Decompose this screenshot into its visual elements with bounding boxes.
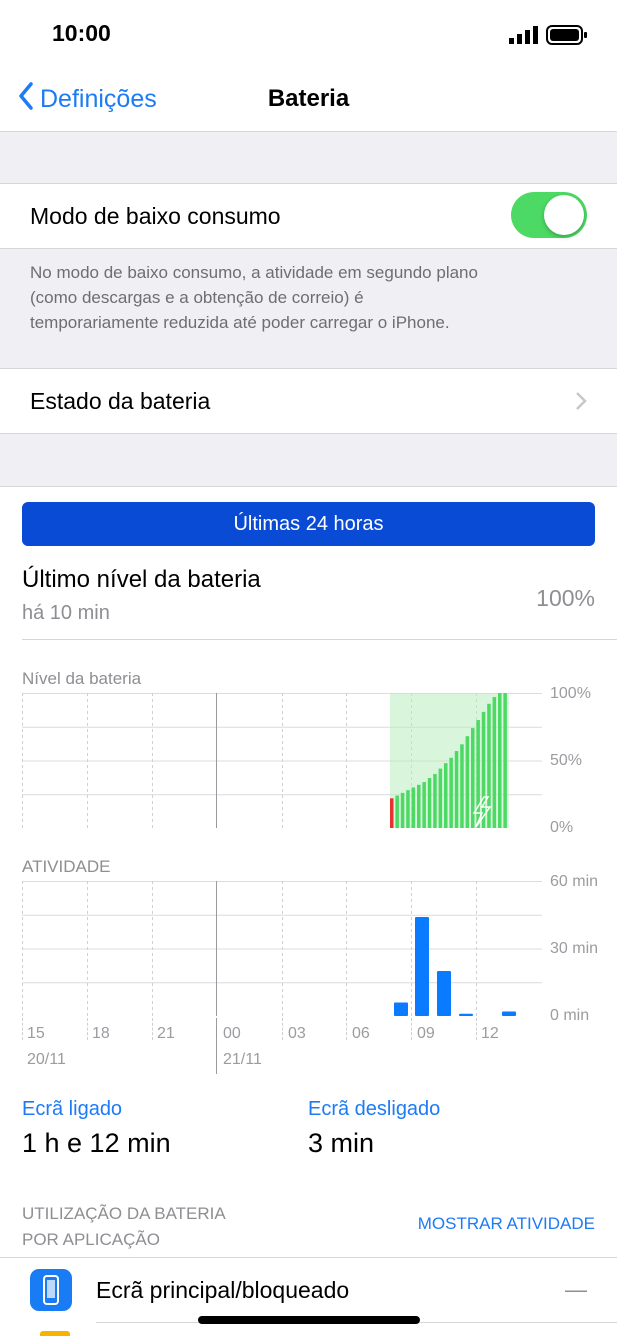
battery-bar: [454, 751, 459, 828]
page-title: Bateria: [267, 85, 350, 112]
last-level-value: 100%: [536, 585, 595, 611]
low-power-toggle[interactable]: [511, 192, 587, 238]
battery-bar: [449, 757, 453, 828]
activity-chart: [22, 881, 542, 1017]
battery-bar: [465, 736, 470, 828]
status-time: 10:00: [52, 20, 111, 46]
screen-on-value: 1 h e 12 min: [22, 1128, 171, 1158]
x-tick: 09: [417, 1025, 435, 1042]
date-label: 20/11: [27, 1051, 66, 1068]
low-power-label: Modo de baixo consumo: [30, 203, 281, 229]
battery-bar: [433, 774, 437, 828]
battery-chart-title: Nível da bateria: [22, 669, 142, 688]
battery-bar: [492, 697, 497, 828]
segment-last-24h[interactable]: Últimas 24 horas: [22, 502, 595, 546]
battery-chart-svg: [22, 693, 542, 829]
x-tick: 12: [481, 1025, 499, 1042]
battery-bar: [444, 763, 448, 828]
battery-icon: [546, 25, 588, 50]
activity-bar: [502, 1011, 516, 1016]
signal-icon: [509, 26, 539, 49]
activity-y-tick-0: 0 min: [550, 1007, 590, 1024]
battery-bar: [422, 782, 426, 828]
next-app-icon: [40, 1331, 70, 1336]
battery-bar: [438, 768, 443, 828]
battery-health-label: Estado da bateria: [30, 388, 211, 414]
notch: [158, 0, 460, 44]
home-indicator[interactable]: [198, 1316, 420, 1324]
battery-bar: [390, 798, 394, 828]
battery-bar: [417, 784, 421, 828]
screen-on-label: Ecrã ligado: [22, 1098, 123, 1120]
activity-bar: [415, 917, 429, 1016]
x-tick: 21: [157, 1025, 175, 1042]
battery-bar: [503, 693, 507, 828]
x-tick: 15: [27, 1025, 45, 1042]
battery-y-tick-0: 0%: [550, 819, 574, 836]
battery-level-chart: [22, 693, 542, 829]
screen-off-label: Ecrã desligado: [308, 1098, 441, 1120]
x-tick: 00: [223, 1025, 241, 1042]
battery-bar: [460, 744, 464, 828]
last-level-subtitle: há 10 min: [22, 602, 110, 624]
activity-chart-svg: [22, 881, 542, 1017]
activity-y-tick-30: 30 min: [550, 940, 599, 957]
x-tick: 06: [352, 1025, 370, 1042]
date-label: 21/11: [223, 1051, 262, 1068]
activity-bar: [459, 1013, 473, 1016]
x-tick: 03: [288, 1025, 306, 1042]
battery-bar: [406, 790, 410, 828]
home-screen-icon: [30, 1269, 72, 1311]
usage-header: UTILIZAÇÃO DA BATERIA POR APLICAÇÃO: [22, 1204, 226, 1249]
battery-y-tick-50: 50%: [550, 752, 583, 769]
screen-off-value: 3 min: [308, 1128, 375, 1158]
low-power-footnote: No modo de baixo consumo, a atividade em…: [30, 263, 478, 332]
battery-bar: [400, 792, 405, 828]
activity-y-tick-60: 60 min: [550, 873, 599, 890]
app-name: Ecrã principal/bloqueado: [96, 1277, 350, 1303]
battery-bar: [481, 711, 486, 828]
activity-chart-title: ATIVIDADE: [22, 857, 111, 876]
battery-bar: [498, 693, 502, 828]
battery-bar: [427, 778, 432, 828]
app-value: —: [565, 1277, 587, 1302]
activity-bar: [394, 1002, 408, 1016]
x-tick: 18: [92, 1025, 110, 1042]
battery-bar: [395, 795, 399, 828]
chevron-right-icon: [575, 391, 587, 416]
battery-bar: [476, 720, 480, 828]
show-activity-button[interactable]: MOSTRAR ATIVIDADE: [418, 1214, 595, 1234]
battery-y-tick-100: 100%: [550, 685, 591, 702]
last-level-title: Último nível da bateria: [22, 566, 261, 593]
activity-bar: [437, 971, 451, 1016]
battery-bar: [411, 787, 416, 828]
